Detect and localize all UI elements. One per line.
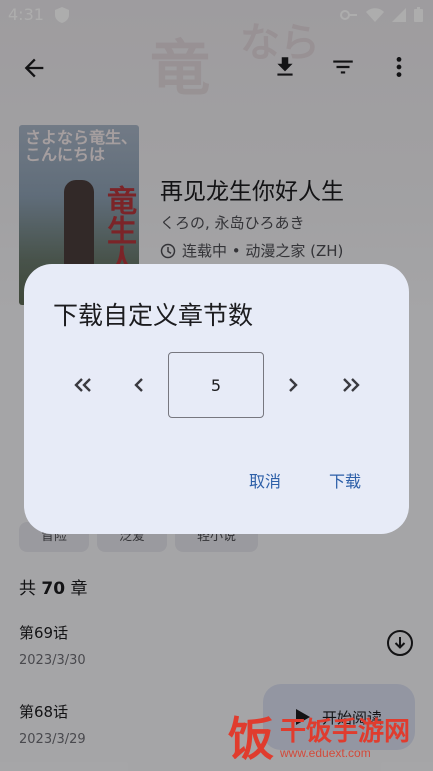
download-button[interactable]: 下载 [329,468,361,492]
cancel-button[interactable]: 取消 [249,468,281,492]
download-custom-dialog: 下载自定义章节数 5 取消 下载 [24,264,409,534]
chevron-left-icon [134,378,143,392]
watermark-name: 干饭手游网 [280,717,411,747]
double-chevron-left-icon [74,378,91,392]
decrease-button[interactable] [124,370,154,400]
count-picker: 5 [24,352,409,418]
increase-max-button[interactable] [336,370,366,400]
chevron-right-icon [289,378,298,392]
watermark-text: 干饭手游网 www.eduext.com [280,718,410,760]
watermark-logo: 饭 干饭手游网 www.eduext.com [228,716,410,762]
increase-button[interactable] [278,370,308,400]
watermark-glyph: 饭 [228,712,274,766]
decrease-max-button[interactable] [68,370,98,400]
watermark-url: www.eduext.com [280,746,371,760]
chapter-count-input[interactable]: 5 [168,352,264,418]
dialog-title: 下载自定义章节数 [53,301,254,330]
double-chevron-right-icon [343,378,360,392]
